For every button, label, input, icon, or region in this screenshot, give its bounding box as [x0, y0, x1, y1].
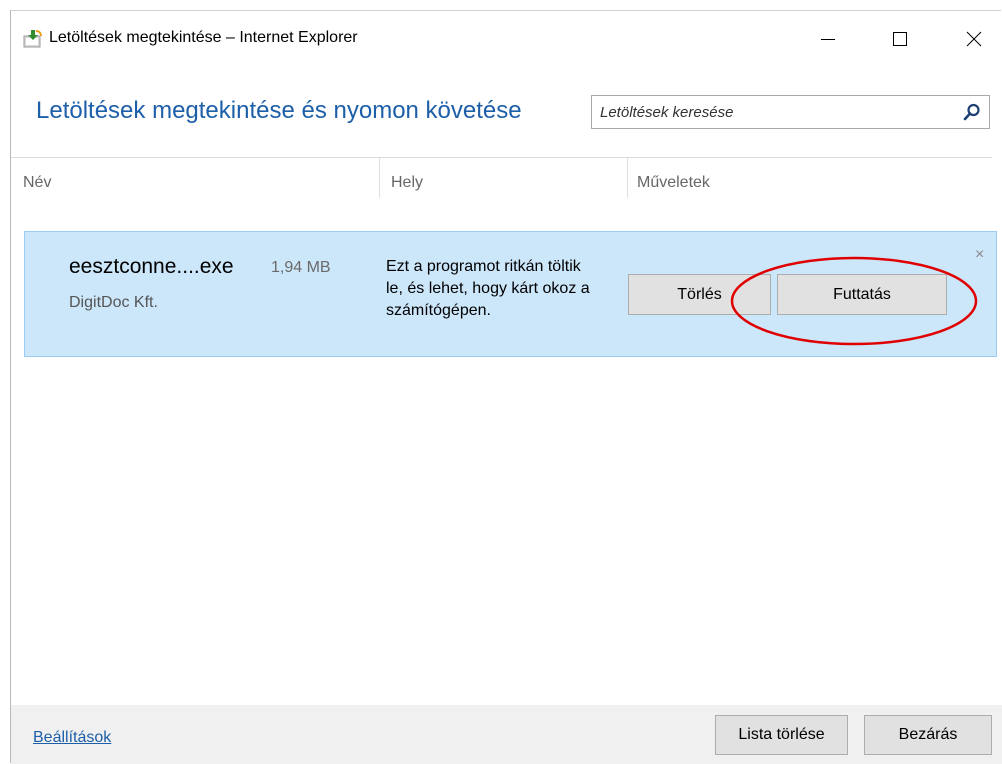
close-window-button[interactable] [951, 17, 997, 61]
downloads-window: Letöltések megtekintése – Internet Explo… [10, 10, 1002, 764]
title-bar: Letöltések megtekintése – Internet Explo… [11, 11, 1002, 67]
column-header-actions[interactable]: Műveletek [637, 174, 710, 192]
settings-link[interactable]: Beállítások [33, 729, 111, 747]
column-header-location[interactable]: Hely [391, 174, 423, 192]
minimize-icon [821, 39, 835, 40]
search-icon[interactable] [963, 103, 981, 121]
search-input[interactable] [592, 96, 942, 128]
maximize-icon [893, 32, 907, 46]
ie-downloads-icon [23, 30, 42, 48]
close-icon [966, 31, 982, 47]
download-file-size: 1,94 MB [271, 259, 331, 276]
search-box[interactable] [591, 95, 990, 129]
download-item[interactable]: eesztconne....exe 1,94 MB DigitDoc Kft. … [24, 231, 997, 357]
footer-bar: Beállítások Lista törlése Bezárás [11, 705, 1002, 764]
window-title: Letöltések megtekintése – Internet Explo… [49, 29, 358, 46]
download-warning: Ezt a programot ritkán töltik le, és leh… [386, 258, 590, 319]
dismiss-icon[interactable]: × [975, 246, 984, 264]
column-divider[interactable] [627, 158, 628, 198]
close-button[interactable]: Bezárás [864, 715, 992, 755]
column-divider[interactable] [379, 158, 380, 198]
download-publisher: DigitDoc Kft. [69, 294, 158, 311]
minimize-button[interactable] [805, 17, 851, 61]
page-title: Letöltések megtekintése és nyomon követé… [36, 97, 522, 124]
maximize-button[interactable] [877, 17, 923, 61]
delete-button[interactable]: Törlés [628, 274, 771, 315]
download-file-name: eesztconne....exe [69, 255, 234, 278]
column-header-name[interactable]: Név [23, 174, 51, 192]
clear-list-button[interactable]: Lista törlése [715, 715, 848, 755]
run-button[interactable]: Futtatás [777, 274, 947, 315]
column-header-row: Név Hely Műveletek [11, 157, 992, 200]
